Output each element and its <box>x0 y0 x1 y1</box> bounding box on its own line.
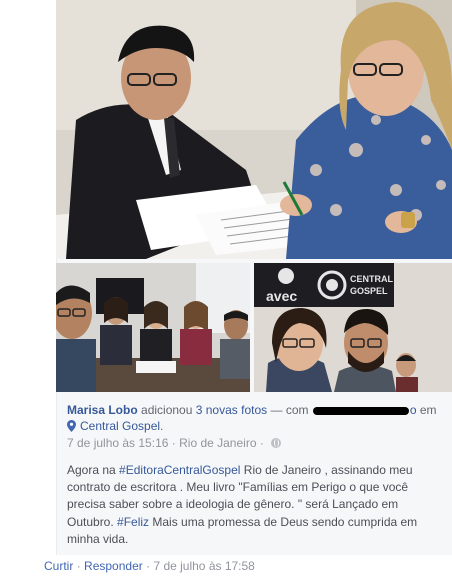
action-text: adicionou <box>141 403 193 417</box>
globe-icon[interactable] <box>271 438 282 448</box>
author-name-link[interactable]: Marisa Lobo <box>67 403 138 417</box>
redacted-name-mark <box>312 406 409 415</box>
map-pin-icon <box>67 420 76 432</box>
post-photo-right[interactable]: avec CENTRAL GOSPEL <box>254 263 452 392</box>
reply-link[interactable]: Responder <box>84 559 143 573</box>
post-header: Marisa Lobo adicionou 3 novas fotos — co… <box>67 402 447 418</box>
svg-text:avec: avec <box>266 288 297 304</box>
left-gutter <box>0 0 56 577</box>
comment-timestamp-link[interactable]: 7 de julho às 17:58 <box>153 559 254 573</box>
separator-2: · <box>259 436 264 450</box>
page-location: Central Gospel. <box>67 419 163 433</box>
post-date-link[interactable]: 7 de julho às 15:16 <box>67 436 168 450</box>
photo-main-image <box>56 0 452 259</box>
like-link[interactable]: Curtir <box>44 559 73 573</box>
in-text: em <box>419 403 437 417</box>
hashtag-feliz-link[interactable]: #Feliz <box>117 515 149 529</box>
photos-link[interactable]: 3 novas fotos <box>196 403 267 417</box>
page-name-link[interactable]: Central Gospel <box>80 419 160 433</box>
post-photo-main[interactable] <box>56 0 452 259</box>
location-link[interactable]: Rio de Janeiro <box>179 436 256 450</box>
hashtag-editora-link[interactable]: #EditoraCentralGospel <box>119 463 240 477</box>
separator: · <box>171 436 176 450</box>
body-part-1: Agora na <box>67 463 120 477</box>
comment-actions: Curtir · Responder · 7 de julho às 17:58 <box>44 557 255 575</box>
post-photo-left[interactable] <box>56 263 250 392</box>
photo-left-image <box>56 263 250 392</box>
post-timestamp-row: 7 de julho às 15:16 · Rio de Janeiro · <box>67 436 282 450</box>
action-separator-2: · <box>146 559 151 573</box>
with-text: — com <box>270 403 309 417</box>
action-separator: · <box>76 559 81 573</box>
photo-right-image: avec CENTRAL GOSPEL <box>254 263 452 392</box>
post-body-text: Agora na #EditoraCentralGospel Rio de Ja… <box>67 462 439 548</box>
svg-text:GOSPEL: GOSPEL <box>350 286 388 296</box>
tagged-suffix[interactable]: o <box>410 403 417 417</box>
svg-text:CENTRAL: CENTRAL <box>350 274 393 284</box>
